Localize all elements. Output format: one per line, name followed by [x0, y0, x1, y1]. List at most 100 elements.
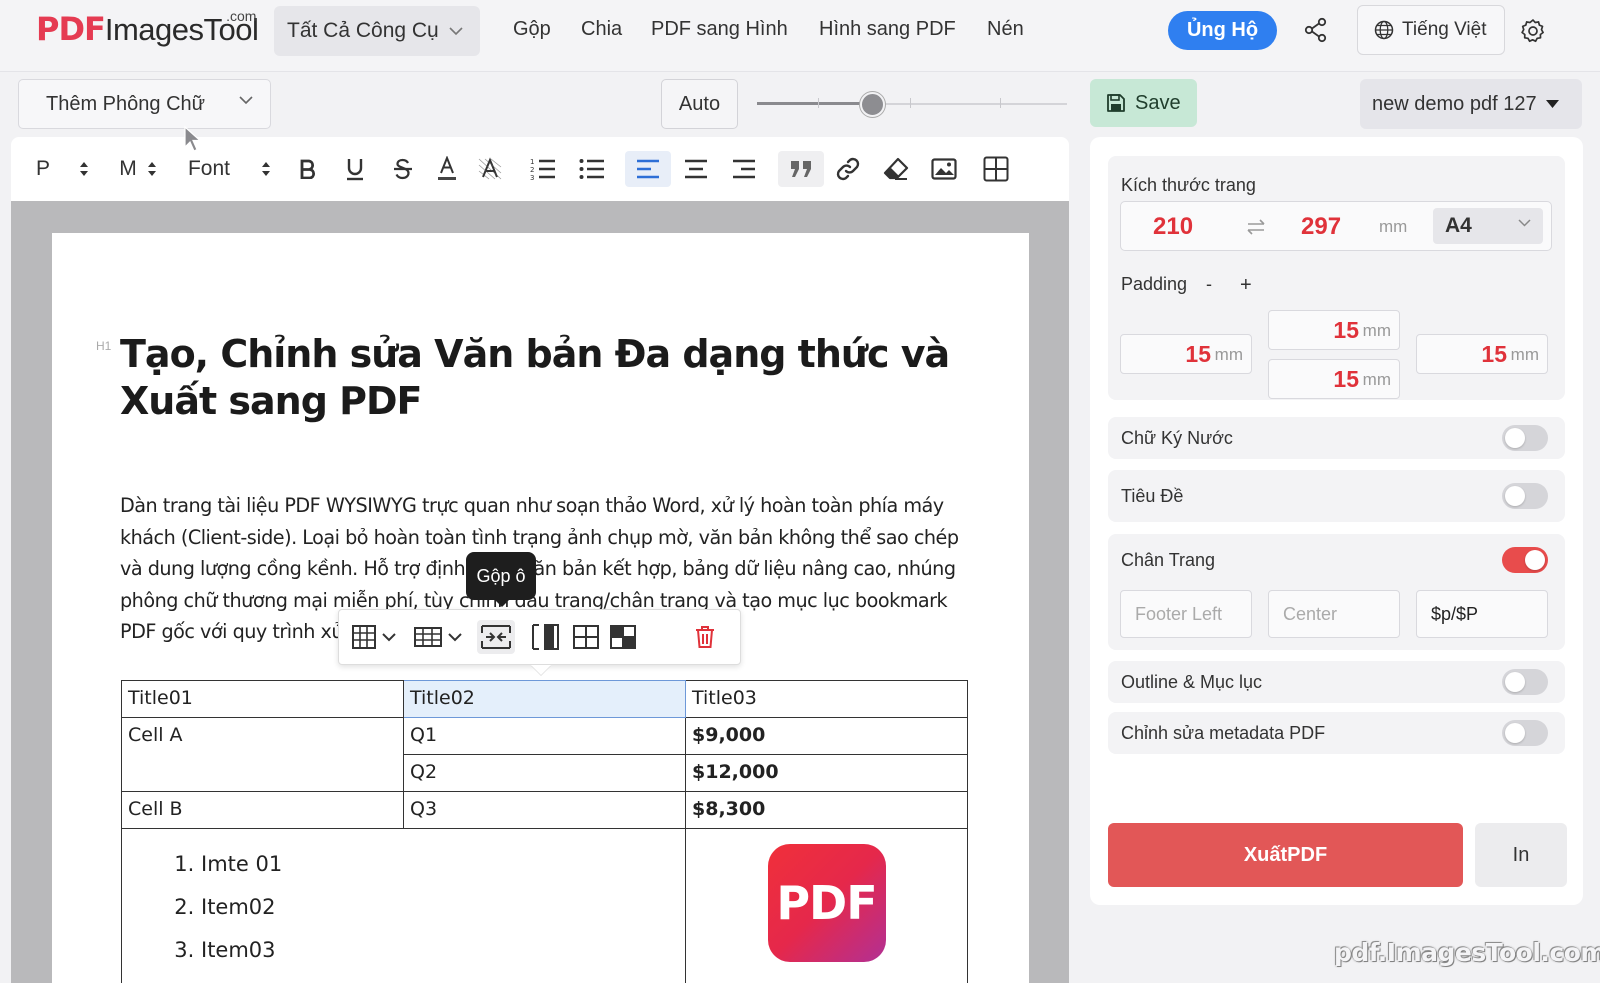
- nav-image-to-pdf[interactable]: Hình sang PDF: [819, 18, 956, 41]
- footer-left-input[interactable]: Footer Left: [1120, 590, 1252, 638]
- file-selector-dropdown[interactable]: new demo pdf 127: [1360, 79, 1582, 129]
- align-right-icon[interactable]: [729, 151, 759, 187]
- page-height-input[interactable]: 297: [1301, 213, 1341, 241]
- highlight-color-icon[interactable]: [476, 151, 504, 187]
- metadata-label: Chỉnh sửa metadata PDF: [1121, 723, 1326, 743]
- merge-cells-icon[interactable]: [477, 620, 515, 654]
- pdf-logo-image[interactable]: PDF: [767, 844, 886, 962]
- list-item[interactable]: Item03: [201, 929, 679, 972]
- watermark-label: Chữ Ký Nước: [1121, 428, 1233, 448]
- table-cell-selected[interactable]: Title02: [403, 680, 686, 718]
- padding-left-field[interactable]: 15 mm: [1120, 334, 1252, 374]
- all-tools-dropdown[interactable]: Tất Cả Công Cụ: [274, 6, 480, 56]
- site-watermark: pdf.ImagesTool.com: [1334, 938, 1600, 967]
- table-cell-image[interactable]: PDF: [685, 828, 968, 983]
- link-icon[interactable]: [833, 151, 863, 187]
- nav-merge[interactable]: Gộp: [513, 18, 551, 41]
- zoom-slider-thumb[interactable]: [860, 92, 885, 117]
- auto-zoom-button[interactable]: Auto: [661, 79, 738, 129]
- metadata-row: Chỉnh sửa metadata PDF: [1108, 712, 1565, 754]
- bold-icon[interactable]: [294, 151, 322, 187]
- globe-icon: [1374, 20, 1394, 40]
- svg-text:2: 2: [530, 166, 534, 174]
- footer-right-input[interactable]: $p/$P: [1416, 590, 1548, 638]
- print-button[interactable]: In: [1475, 823, 1567, 887]
- align-left-icon[interactable]: [625, 151, 671, 187]
- save-button[interactable]: Save: [1090, 79, 1197, 127]
- file-name: new demo pdf 127: [1372, 92, 1537, 115]
- table-cell[interactable]: Cell B: [121, 791, 404, 829]
- blockquote-icon[interactable]: [778, 151, 824, 187]
- padding-bottom-value: 15: [1333, 366, 1359, 392]
- padding-bottom-field[interactable]: 15 mm: [1268, 359, 1400, 399]
- padding-unit: mm: [1362, 321, 1391, 340]
- pdf-logo-text: PDF: [776, 875, 877, 930]
- table-row: Cell B Q3 $8,300: [121, 791, 968, 829]
- font-family-value: Font: [187, 157, 231, 180]
- updown-icon[interactable]: [77, 151, 91, 187]
- text-color-icon[interactable]: [434, 151, 460, 187]
- padding-right-field[interactable]: 15 mm: [1416, 334, 1548, 374]
- footer-center-input[interactable]: Center: [1268, 590, 1400, 638]
- image-icon[interactable]: [929, 151, 959, 187]
- nav-split[interactable]: Chia: [581, 18, 622, 41]
- font-size-select[interactable]: M: [117, 151, 139, 187]
- bullet-list-icon[interactable]: [577, 151, 607, 187]
- document-table[interactable]: Title01 Title02 Title03 Cell A Q1 $9,000…: [121, 680, 968, 983]
- delete-table-icon[interactable]: [694, 620, 724, 654]
- paragraph-style-select[interactable]: P: [35, 151, 51, 187]
- toggle-header-cells-icon[interactable]: [609, 620, 643, 654]
- eraser-icon[interactable]: [881, 151, 911, 187]
- table-cell[interactable]: Title01: [121, 680, 404, 718]
- logo[interactable]: PDF ImagesTool .com: [36, 8, 259, 60]
- table-cell[interactable]: Title03: [685, 680, 968, 718]
- insert-column-menu[interactable]: [413, 620, 465, 654]
- underline-icon[interactable]: [341, 151, 369, 187]
- list-item[interactable]: Imte 01: [201, 843, 679, 886]
- donate-button[interactable]: Ủng Hộ: [1168, 11, 1277, 50]
- page-width-input[interactable]: 210: [1153, 213, 1193, 241]
- font-family-select[interactable]: Font: [184, 151, 234, 187]
- editor-toolbar: P M Font 123: [11, 137, 1069, 201]
- swap-icon[interactable]: [1245, 217, 1267, 237]
- table-cell[interactable]: $8,300: [685, 791, 968, 829]
- add-font-dropdown[interactable]: Thêm Phông Chữ: [18, 79, 271, 129]
- export-pdf-button[interactable]: XuấtPDF: [1108, 823, 1463, 887]
- chevron-down-icon: [1518, 219, 1531, 227]
- table-cells-icon[interactable]: [572, 620, 606, 654]
- ordered-list-icon[interactable]: 123: [528, 151, 558, 187]
- table-cell[interactable]: Q3: [403, 791, 686, 829]
- strikethrough-icon[interactable]: [389, 151, 417, 187]
- gear-icon[interactable]: [1519, 17, 1547, 45]
- table-cell[interactable]: Cell A: [121, 717, 404, 792]
- table-cell-list[interactable]: Imte 01 Item02 Item03: [121, 828, 686, 983]
- paper-size-dropdown[interactable]: A4: [1433, 208, 1543, 244]
- updown-icon[interactable]: [145, 151, 159, 187]
- footer-label: Chân Trang: [1121, 550, 1216, 570]
- table-icon[interactable]: [981, 151, 1011, 187]
- padding-top-field[interactable]: 15 mm: [1268, 310, 1400, 350]
- padding-increase-button[interactable]: +: [1240, 274, 1252, 297]
- table-cell[interactable]: $9,000: [685, 717, 968, 755]
- align-center-icon[interactable]: [681, 151, 711, 187]
- header-toggle[interactable]: [1502, 483, 1548, 509]
- table-cell[interactable]: Q2: [403, 754, 686, 792]
- watermark-toggle[interactable]: [1502, 425, 1548, 451]
- table-cell[interactable]: Q1: [403, 717, 686, 755]
- outline-toggle[interactable]: [1502, 669, 1548, 695]
- padding-decrease-button[interactable]: -: [1206, 274, 1212, 295]
- add-font-label: Thêm Phông Chữ: [46, 92, 206, 115]
- document-title[interactable]: Tạo, Chỉnh sửa Văn bản Đa dạng thức và X…: [120, 331, 980, 425]
- language-selector[interactable]: Tiếng Việt: [1357, 5, 1505, 55]
- metadata-toggle[interactable]: [1502, 720, 1548, 746]
- footer-toggle[interactable]: [1502, 547, 1548, 573]
- updown-icon[interactable]: [259, 151, 273, 187]
- svg-text:3: 3: [530, 174, 534, 181]
- split-cell-icon[interactable]: [529, 620, 563, 654]
- list-item[interactable]: Item02: [201, 886, 679, 929]
- table-cell[interactable]: $12,000: [685, 754, 968, 792]
- insert-row-menu[interactable]: [351, 620, 399, 654]
- nav-pdf-to-image[interactable]: PDF sang Hình: [651, 18, 788, 41]
- nav-compress[interactable]: Nén: [987, 18, 1024, 41]
- share-icon[interactable]: [1302, 16, 1330, 44]
